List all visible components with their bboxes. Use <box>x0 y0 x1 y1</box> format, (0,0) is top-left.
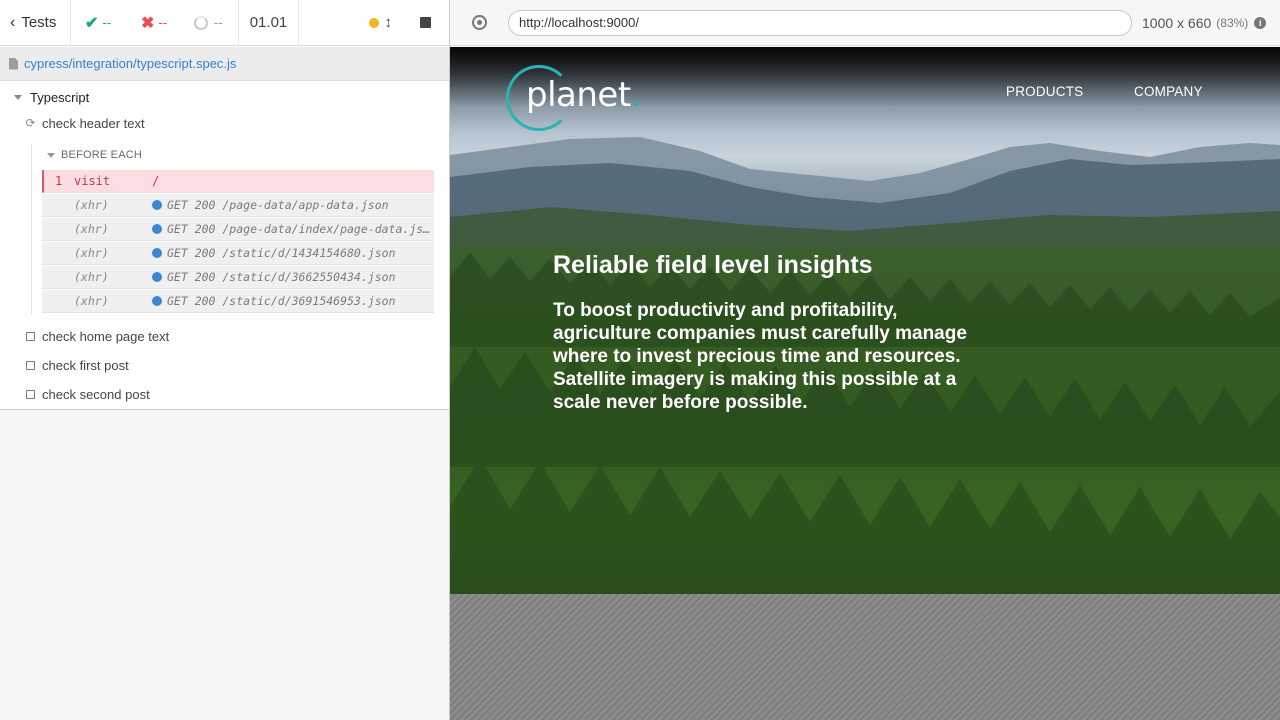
xhr-status-dot <box>152 296 162 306</box>
hooks-section: BEFORE EACH 1 visit / (xhr) GET 200 /pag… <box>31 144 436 315</box>
reporter-header: ‹ Tests ✔ -- ✖ -- -- 01.01 ↕ <box>0 0 449 46</box>
refresh-icon: ⟳ <box>25 116 36 130</box>
command-name: (xhr) <box>74 198 109 212</box>
chevron-left-icon: ‹ <box>10 13 16 31</box>
command-row-visit[interactable]: 1 visit / <box>42 170 434 193</box>
command-name: (xhr) <box>74 246 109 260</box>
file-icon <box>9 57 18 70</box>
command-name: (xhr) <box>74 294 109 308</box>
nav-products-link[interactable]: PRODUCTS <box>1006 84 1083 99</box>
test-item-check-header-text[interactable]: ⟳ check header text <box>25 112 145 134</box>
test-reporter-panel: ‹ Tests ✔ -- ✖ -- -- 01.01 ↕ cypress/int… <box>0 0 450 720</box>
aut-iframe-container: planet. PRODUCTS COMPANY Reliable field … <box>450 47 1280 720</box>
failed-count: ✖ -- <box>129 0 182 46</box>
caret-down-icon <box>14 94 22 100</box>
viewport-info: 1000 x 660 (83%) i <box>1142 14 1267 31</box>
command-message: GET 200 /static/d/3691546953.json <box>167 294 396 308</box>
passed-value: -- <box>102 15 112 30</box>
test-pending-checkbox-icon <box>25 331 36 341</box>
command-message: / <box>152 174 160 188</box>
test-item-check-first-post[interactable]: check first post <box>25 354 129 376</box>
command-message: GET 200 /static/d/3662550434.json <box>167 270 396 284</box>
failed-value: -- <box>158 15 168 30</box>
viewport-scale: (83%) <box>1216 15 1249 30</box>
test-title: check first post <box>42 357 129 373</box>
passed-count: ✔ -- <box>71 0 129 46</box>
autoscroll-toggle-icon[interactable]: ↕ <box>385 14 393 31</box>
command-name: (xhr) <box>74 222 109 236</box>
run-duration: 01.01 <box>239 0 299 46</box>
test-title: check home page text <box>42 328 170 344</box>
command-row-xhr[interactable]: (xhr) GET 200 /static/d/1434154680.json <box>42 242 434 265</box>
spec-file-link[interactable]: cypress/integration/typescript.spec.js <box>24 56 236 71</box>
suite-header[interactable]: Typescript <box>14 87 89 107</box>
xhr-status-dot <box>152 200 162 210</box>
hero-title: Reliable field level insights <box>553 251 873 279</box>
command-row-xhr[interactable]: (xhr) GET 200 /static/d/3662550434.json <box>42 266 434 289</box>
command-row-xhr[interactable]: (xhr) GET 200 /static/d/3691546953.json <box>42 290 434 313</box>
xhr-status-dot <box>152 224 162 234</box>
info-icon[interactable]: i <box>1254 16 1267 29</box>
command-name: visit <box>74 174 111 188</box>
test-item-check-home-page-text[interactable]: check home page text <box>25 325 169 347</box>
command-number: 1 <box>55 174 63 188</box>
runnables-list: Typescript ⟳ check header text BEFORE EA… <box>0 81 449 410</box>
x-icon: ✖ <box>141 14 155 32</box>
hero-description: To boost productivity and profitability,… <box>553 300 967 413</box>
hook-header[interactable]: BEFORE EACH <box>47 149 142 161</box>
xhr-status-dot <box>152 248 162 258</box>
viewport-size: 1000 x 660 <box>1142 14 1212 31</box>
test-pending-checkbox-icon <box>25 360 36 370</box>
command-row-xhr[interactable]: (xhr) GET 200 /page-data/app-data.json <box>42 194 434 217</box>
suite-title: Typescript <box>30 89 90 105</box>
pending-spinner-icon <box>194 15 208 30</box>
command-message: GET 200 /page-data/app-data.json <box>167 198 389 212</box>
pending-value: -- <box>214 15 223 30</box>
nav-company-link[interactable]: COMPANY <box>1134 84 1203 99</box>
command-name: (xhr) <box>74 270 109 284</box>
app-preview: planet. PRODUCTS COMPANY Reliable field … <box>450 47 1280 594</box>
hook-title: BEFORE EACH <box>61 149 143 161</box>
command-message: GET 200 /page-data/index/page-data.json <box>167 222 432 236</box>
selector-playground-button[interactable] <box>450 15 508 30</box>
running-status-dot <box>368 17 379 28</box>
check-icon: ✔ <box>85 14 99 32</box>
tests-back-button[interactable]: ‹ Tests <box>0 0 71 46</box>
url-bar[interactable]: http://localhost:9000/ <box>508 9 1132 36</box>
logo-wordmark: planet. <box>526 75 642 115</box>
command-message: GET 200 /static/d/1434154680.json <box>167 246 396 260</box>
tests-label: Tests <box>21 14 57 31</box>
test-title: check second post <box>42 386 150 402</box>
aut-header: http://localhost:9000/ 1000 x 660 (83%) … <box>450 0 1280 46</box>
reporter-controls: ↕ <box>299 0 449 46</box>
pending-count: -- <box>182 0 239 46</box>
caret-down-icon <box>47 152 55 158</box>
spec-file-path: cypress/integration/typescript.spec.js <box>0 47 449 81</box>
command-row-xhr[interactable]: (xhr) GET 200 /page-data/index/page-data… <box>42 218 434 241</box>
crosshair-icon <box>471 15 487 30</box>
xhr-status-dot <box>152 272 162 282</box>
stop-button[interactable] <box>420 17 431 28</box>
test-pending-checkbox-icon <box>25 389 36 399</box>
test-title: check header text <box>42 115 145 131</box>
planet-logo[interactable]: planet. <box>506 65 646 133</box>
test-item-check-second-post[interactable]: check second post <box>25 383 150 405</box>
